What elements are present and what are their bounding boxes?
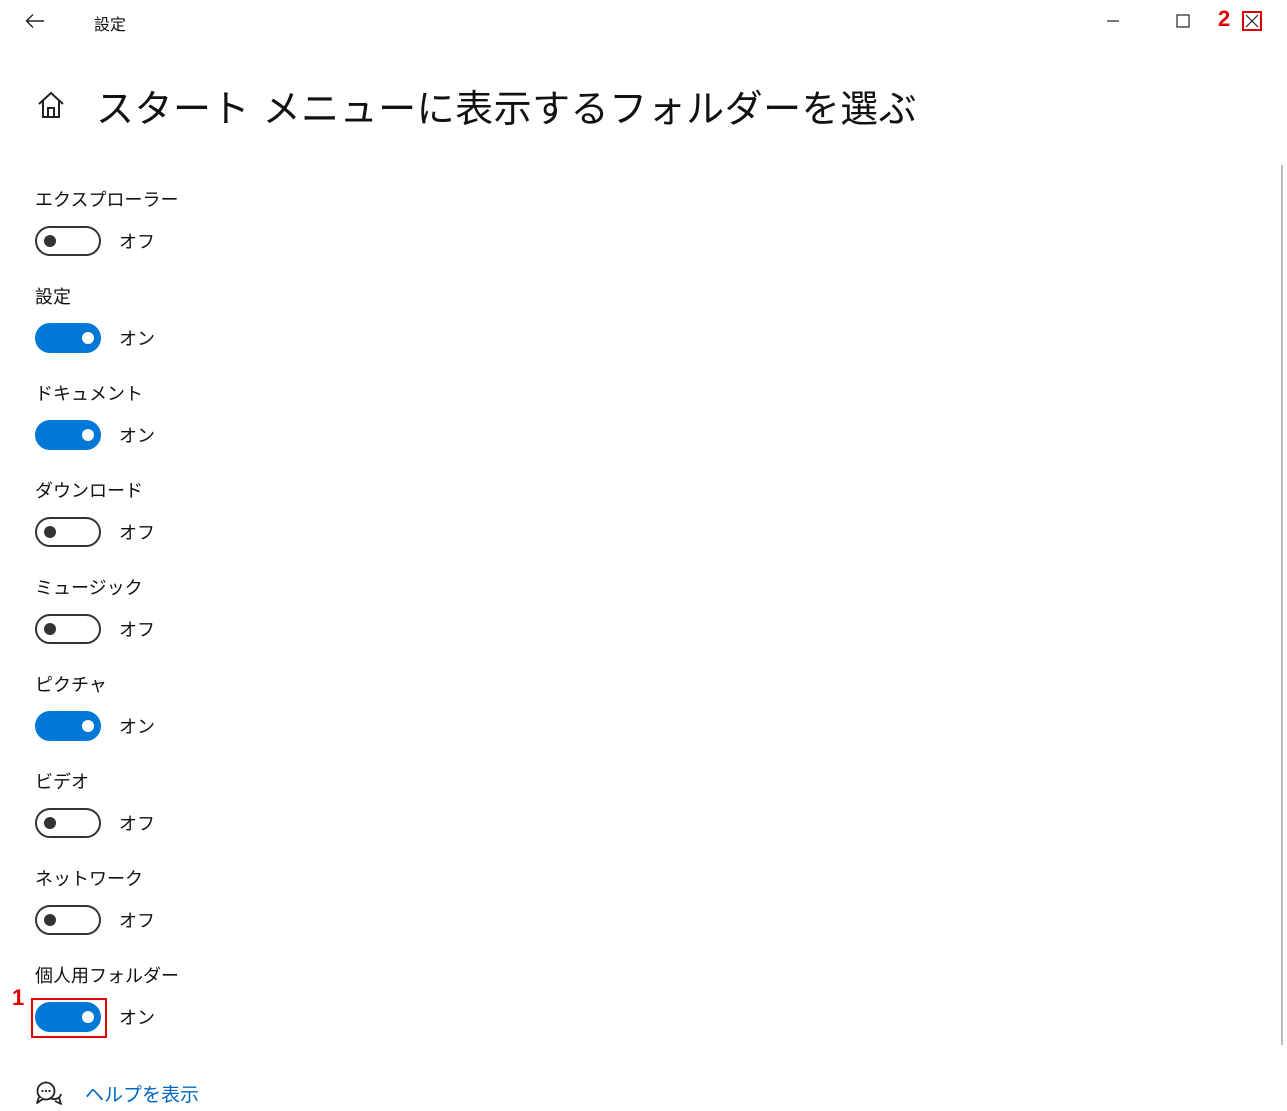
app-title: 設定 xyxy=(94,15,127,34)
help-link[interactable]: ヘルプを表示 xyxy=(85,1080,199,1107)
step-number-1: 1 xyxy=(12,985,25,1010)
maximize-button[interactable] xyxy=(1160,4,1206,38)
toggle-state-text: オフ xyxy=(119,523,155,544)
toggle-state-text: オフ xyxy=(119,911,155,932)
setting-pictures: ピクチャ オン xyxy=(35,665,635,762)
toggle-downloads[interactable] xyxy=(35,517,101,547)
setting-settings: 設定 オン xyxy=(35,277,635,374)
setting-label: エクスプローラー xyxy=(35,190,179,211)
setting-downloads: ダウンロード オフ xyxy=(35,471,635,568)
toggle-knob xyxy=(82,720,94,732)
setting-music: ミュージック オフ xyxy=(35,568,635,665)
toggle-videos[interactable] xyxy=(35,808,101,838)
setting-videos: ビデオ オフ xyxy=(35,762,635,859)
setting-label: ダウンロード xyxy=(35,481,143,502)
toggle-state-text: オン xyxy=(119,426,155,447)
minimize-icon xyxy=(1107,20,1119,22)
setting-explorer: エクスプローラー オフ xyxy=(35,180,635,277)
setting-documents: ドキュメント オン xyxy=(35,374,635,471)
toggle-knob xyxy=(44,235,56,247)
toggle-knob xyxy=(82,429,94,441)
setting-label: ビデオ xyxy=(35,772,89,793)
setting-label: ミュージック xyxy=(35,578,143,599)
setting-label: ピクチャ xyxy=(35,675,107,696)
back-arrow-icon xyxy=(25,14,44,28)
toggle-knob xyxy=(82,1011,94,1023)
toggle-music[interactable] xyxy=(35,614,101,644)
settings-window: 設定 2 スタート メニューに表示するフォルダーを選ぶ エクスプローラー オフ … xyxy=(0,0,1287,1111)
step-number-2: 2 xyxy=(1218,6,1231,31)
setting-label: 設定 xyxy=(35,287,71,308)
minimize-button[interactable] xyxy=(1090,4,1136,38)
toggle-highlight-box xyxy=(31,998,107,1038)
toggle-knob xyxy=(82,332,94,344)
toggle-settings[interactable] xyxy=(35,323,101,353)
toggle-network[interactable] xyxy=(35,905,101,935)
setting-network: ネットワーク オフ xyxy=(35,859,635,956)
setting-label: 個人用フォルダー xyxy=(35,966,179,987)
close-highlight-box xyxy=(1242,11,1262,31)
close-icon xyxy=(1245,14,1259,28)
page-title: スタート メニューに表示するフォルダーを選ぶ xyxy=(96,87,918,131)
maximize-icon xyxy=(1176,14,1190,28)
folder-settings-list: エクスプローラー オフ 設定 オン ドキュメント オン ダウンロード オフ ミュ… xyxy=(31,180,635,1053)
toggle-knob xyxy=(44,914,56,926)
toggle-state-text: オン xyxy=(119,329,155,350)
setting-label: ドキュメント xyxy=(35,384,143,405)
toggle-state-text: オン xyxy=(119,1008,155,1029)
toggle-knob xyxy=(44,526,56,538)
toggle-state-text: オン xyxy=(119,717,155,738)
title-bar: 設定 2 xyxy=(0,0,1287,42)
chat-help-icon xyxy=(36,1081,62,1105)
toggle-explorer[interactable] xyxy=(35,226,101,256)
toggle-pictures[interactable] xyxy=(35,711,101,741)
help-row: ヘルプを表示 xyxy=(35,1080,199,1107)
toggle-state-text: オフ xyxy=(119,620,155,641)
setting-label: ネットワーク xyxy=(35,869,143,890)
home-icon[interactable] xyxy=(36,90,66,120)
toggle-knob xyxy=(44,817,56,829)
toggle-state-text: オフ xyxy=(119,814,155,835)
toggle-state-text: オフ xyxy=(119,232,155,253)
toggle-personal-folder[interactable] xyxy=(31,998,107,1038)
close-button[interactable] xyxy=(1232,4,1272,38)
toggle-documents[interactable] xyxy=(35,420,101,450)
toggle-knob xyxy=(44,623,56,635)
scrollbar[interactable] xyxy=(1281,165,1283,1045)
setting-personal-folder: 個人用フォルダー オン xyxy=(31,956,635,1053)
back-button[interactable] xyxy=(18,6,52,36)
